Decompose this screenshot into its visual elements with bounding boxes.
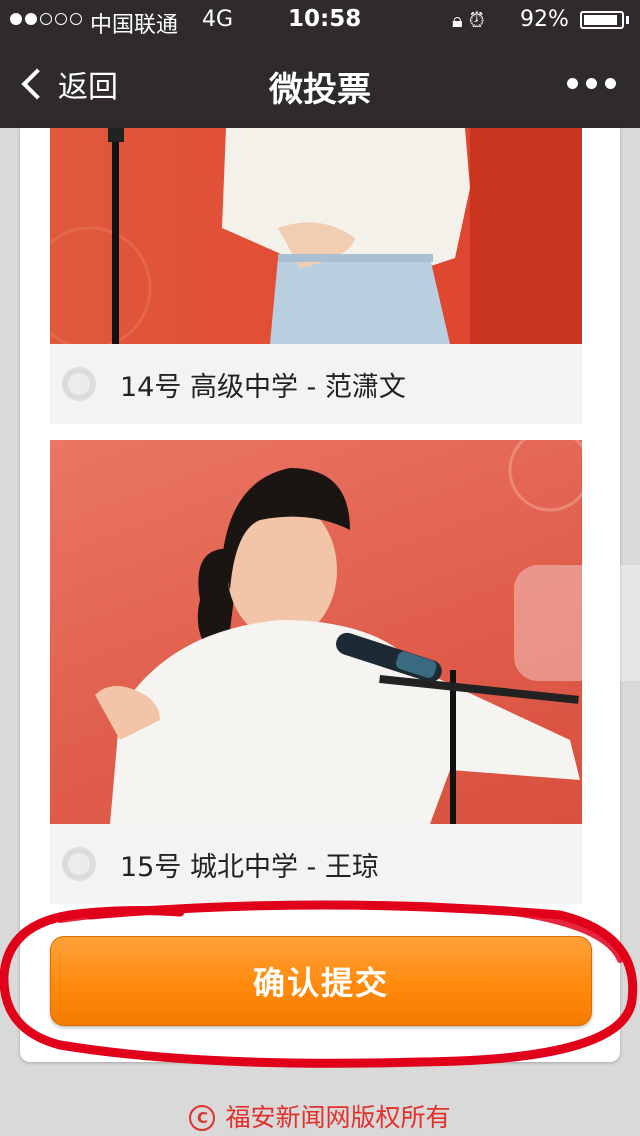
radio-button[interactable] bbox=[62, 367, 96, 401]
more-dot-icon bbox=[586, 78, 597, 89]
network-type: 4G bbox=[202, 7, 234, 32]
more-dot-icon bbox=[605, 78, 616, 89]
candidate-photo-15-image bbox=[95, 440, 582, 824]
candidate-option-14[interactable]: 14号 高级中学 - 范潇文 bbox=[50, 344, 582, 424]
more-dot-icon bbox=[567, 78, 578, 89]
carrier-name: 中国联通 bbox=[90, 13, 179, 38]
page-title: 微投票 bbox=[269, 70, 371, 110]
signal-strength-icon bbox=[10, 13, 82, 25]
candidate-photo-14-image bbox=[50, 128, 582, 344]
candidate-label: 15号 城北中学 - 王琼 bbox=[120, 851, 379, 883]
status-bar: 中国联通 4G 10:58 🔒︎ ⏰︎ 92% bbox=[0, 0, 640, 40]
copyright-icon: C bbox=[189, 1105, 216, 1131]
candidate-photo-14 bbox=[50, 128, 582, 344]
battery-percentage: 92% bbox=[520, 7, 569, 32]
candidate-photo-15 bbox=[50, 440, 582, 824]
battery-level bbox=[584, 15, 617, 25]
candidate-label: 14号 高级中学 - 范潇文 bbox=[120, 371, 406, 403]
more-options-button[interactable] bbox=[567, 64, 616, 89]
scroll-handle[interactable] bbox=[514, 565, 640, 681]
confirm-submit-button[interactable]: 确认提交 bbox=[50, 936, 592, 1026]
radio-button[interactable] bbox=[62, 847, 96, 881]
candidate-option-15[interactable]: 15号 城北中学 - 王琼 bbox=[50, 824, 582, 904]
copyright-text: 福安新闻网版权所有 bbox=[225, 1103, 451, 1132]
copyright-footer: C 福安新闻网版权所有 bbox=[0, 1098, 640, 1134]
battery-tip bbox=[626, 16, 629, 24]
navigation-bar: 返回 微投票 bbox=[0, 40, 640, 128]
rotation-lock-alarm-icon: 🔒︎ ⏰︎ bbox=[452, 8, 485, 32]
battery-icon bbox=[580, 11, 624, 29]
clock: 10:58 bbox=[288, 6, 362, 32]
